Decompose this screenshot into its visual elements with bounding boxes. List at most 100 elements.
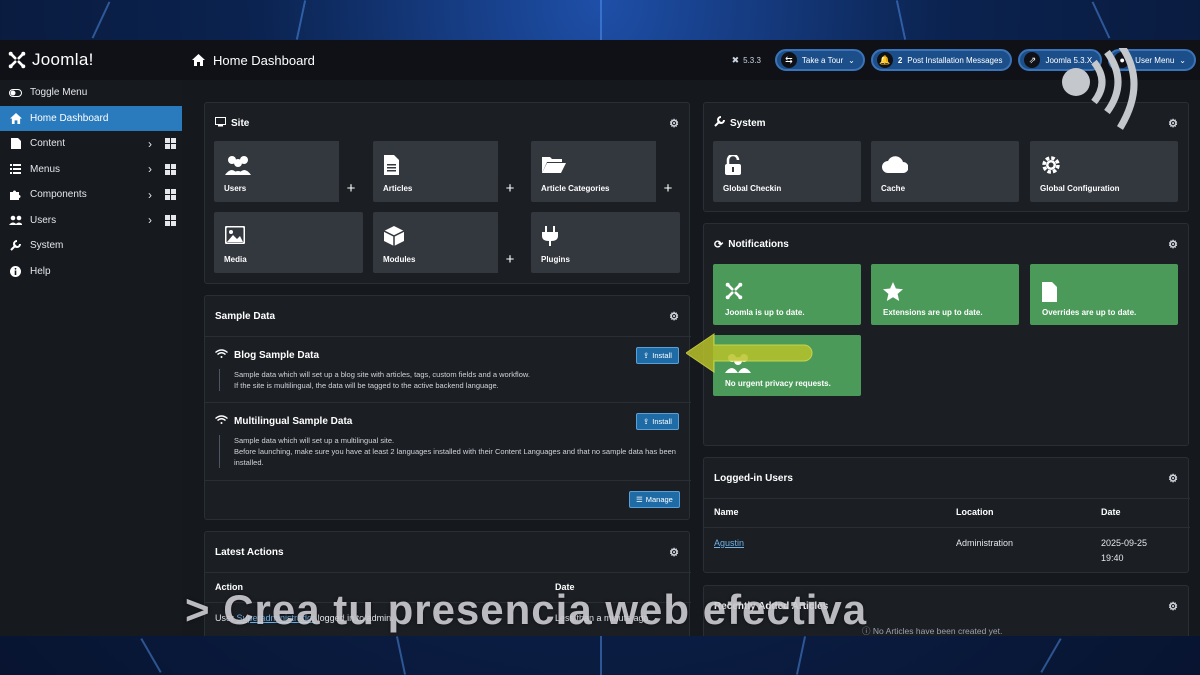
toggle-icon bbox=[9, 88, 22, 97]
home-icon bbox=[9, 112, 22, 124]
joomla-update-notification[interactable]: Joomla is up to date. bbox=[713, 264, 861, 325]
chevron-right-icon[interactable]: › bbox=[148, 213, 152, 227]
multi-desc-line-1: Sample data which will set up a multilin… bbox=[234, 436, 395, 445]
articles-tile[interactable]: Articles + bbox=[373, 141, 522, 202]
joomla-small-icon: ✖ bbox=[731, 54, 740, 65]
sample-data-module: Sample Data ⚙ Blog Sample Data Sample da… bbox=[204, 295, 691, 520]
extensions-update-notification[interactable]: Extensions are up to date. bbox=[871, 264, 1019, 325]
gear-icon[interactable]: ⚙ bbox=[669, 546, 679, 559]
chevron-right-icon[interactable]: › bbox=[148, 162, 152, 176]
logged-in-user-date: 2025-09-25 19:40 bbox=[1101, 536, 1147, 566]
modules-tile[interactable]: Modules + bbox=[373, 212, 522, 273]
page-title-text: Home Dashboard bbox=[213, 52, 315, 68]
plugins-tile[interactable]: Plugins bbox=[531, 212, 680, 273]
chevron-right-icon[interactable]: › bbox=[148, 188, 152, 202]
articles-tile-label: Articles bbox=[383, 184, 413, 193]
puzzle-icon bbox=[9, 189, 22, 201]
multilingual-install-button[interactable]: ⇪ Install bbox=[636, 413, 679, 430]
overrides-notification[interactable]: Overrides are up to date. bbox=[1030, 264, 1178, 325]
dashboard-grid-icon[interactable] bbox=[165, 189, 176, 200]
joomla-logo[interactable]: Joomla! bbox=[0, 40, 182, 80]
sidebar-item-components[interactable]: Components › bbox=[0, 182, 182, 208]
add-category-button[interactable]: + bbox=[656, 141, 680, 202]
users-icon bbox=[225, 155, 251, 180]
blog-sample-data-title: Blog Sample Data bbox=[215, 349, 319, 361]
gear-icon[interactable]: ⚙ bbox=[1168, 600, 1178, 613]
sidebar-item-help[interactable]: Help bbox=[0, 259, 182, 285]
system-module-title: System bbox=[730, 117, 766, 129]
cache-tile[interactable]: Cache bbox=[871, 141, 1019, 202]
wifi-icon bbox=[215, 349, 228, 361]
blog-install-button[interactable]: ⇪ Install bbox=[636, 347, 679, 364]
gear-icon[interactable]: ⚙ bbox=[1168, 472, 1178, 485]
post-install-messages-button[interactable]: 🔔 2 Post Installation Messages bbox=[870, 49, 1013, 71]
take-tour-label: Take a Tour bbox=[801, 55, 844, 65]
wifi-icon bbox=[215, 415, 228, 427]
version-indicator: ✖ 5.3.3 bbox=[732, 55, 761, 66]
home-icon bbox=[192, 54, 205, 66]
add-article-button[interactable]: + bbox=[498, 141, 522, 202]
sidebar-item-label: Menus bbox=[30, 163, 61, 175]
dashboard-grid-icon[interactable] bbox=[165, 163, 176, 175]
global-checkin-tile[interactable]: Global Checkin bbox=[713, 141, 861, 202]
multilingual-sample-data-description: Sample data which will set up a multilin… bbox=[219, 435, 679, 468]
blog-sample-data-label: Blog Sample Data bbox=[234, 349, 320, 361]
gear-icon[interactable]: ⚙ bbox=[669, 310, 679, 323]
take-tour-button[interactable]: ⇆ Take a Tour ⌄ bbox=[774, 49, 865, 71]
multilingual-sample-data-label: Multilingual Sample Data bbox=[234, 415, 353, 427]
site-module-header: Site ⚙ bbox=[205, 103, 689, 143]
joomla-logo-icon bbox=[8, 51, 26, 69]
sidebar-item-label: Toggle Menu bbox=[30, 87, 88, 99]
logged-in-users-module: Logged-in Users ⚙ Name Location Date Agu… bbox=[703, 457, 1190, 573]
gear-icon[interactable]: ⚙ bbox=[1168, 238, 1178, 251]
location-column-header[interactable]: Location bbox=[956, 507, 994, 517]
date-column-header[interactable]: Date bbox=[1101, 507, 1121, 517]
sidebar-item-content[interactable]: Content › bbox=[0, 131, 182, 157]
logo-text: Joomla! bbox=[32, 50, 94, 69]
dashboard-grid-icon[interactable] bbox=[165, 138, 176, 149]
global-checkin-label: Global Checkin bbox=[723, 184, 782, 193]
sidebar-item-label: Home Dashboard bbox=[30, 112, 109, 124]
sidebar-item-system[interactable]: System bbox=[0, 233, 182, 259]
manage-sample-data-button[interactable]: ☰ Manage bbox=[629, 491, 680, 508]
post-install-count: 2 bbox=[897, 55, 903, 65]
joomla-logo-icon bbox=[725, 282, 743, 305]
sidebar-item-label: Users bbox=[30, 214, 57, 226]
sidebar-item-menus[interactable]: Menus › bbox=[0, 157, 182, 183]
bell-icon: 🔔 bbox=[876, 52, 893, 68]
version-text: 5.3.3 bbox=[743, 55, 761, 65]
add-module-button[interactable]: + bbox=[498, 212, 522, 273]
sidebar-item-label: System bbox=[30, 240, 64, 252]
multi-desc-line-2: Before launching, make sure you have at … bbox=[234, 447, 676, 467]
global-configuration-tile[interactable]: Global Configuration bbox=[1030, 141, 1178, 202]
chevron-right-icon[interactable]: › bbox=[148, 137, 152, 151]
site-module-title: Site bbox=[231, 117, 250, 129]
gear-icon[interactable]: ⚙ bbox=[669, 117, 679, 130]
notifications-header: ⟳ Notifications ⚙ bbox=[704, 224, 1188, 264]
gear-icon[interactable]: ⚙ bbox=[1168, 117, 1178, 130]
media-tile[interactable]: Media bbox=[214, 212, 363, 273]
manage-row: ☰ Manage bbox=[205, 480, 691, 520]
post-install-label: Post Installation Messages bbox=[907, 55, 1003, 65]
file-icon bbox=[1042, 282, 1057, 307]
caption-overlay: > Crea tu presencia web efectiva bbox=[185, 586, 868, 633]
file-icon bbox=[9, 138, 22, 150]
cog-icon bbox=[1041, 155, 1061, 180]
sync-icon: ⟳ bbox=[714, 238, 724, 251]
users-tile[interactable]: Users + bbox=[214, 141, 363, 202]
add-user-button[interactable]: + bbox=[339, 141, 363, 202]
blog-sample-data-description: Sample data which will set up a blog sit… bbox=[219, 369, 679, 391]
logged-in-user-link[interactable]: Agustin bbox=[714, 536, 744, 551]
sidebar-item-home-dashboard[interactable]: Home Dashboard bbox=[0, 105, 182, 131]
folder-open-icon bbox=[542, 155, 566, 178]
install-label: Install bbox=[652, 417, 672, 426]
modules-tile-label: Modules bbox=[383, 255, 416, 264]
sidebar-item-users[interactable]: Users › bbox=[0, 208, 182, 234]
dashboard-grid-icon[interactable] bbox=[165, 214, 176, 226]
manage-label: Manage bbox=[645, 495, 673, 504]
sidebar-item-toggle-menu[interactable]: Toggle Menu bbox=[0, 80, 182, 106]
extensions-update-label: Extensions are up to date. bbox=[883, 308, 983, 317]
article-categories-tile[interactable]: Article Categories + bbox=[531, 141, 680, 202]
name-column-header[interactable]: Name bbox=[714, 507, 739, 517]
upload-icon: ⇪ bbox=[643, 351, 650, 360]
